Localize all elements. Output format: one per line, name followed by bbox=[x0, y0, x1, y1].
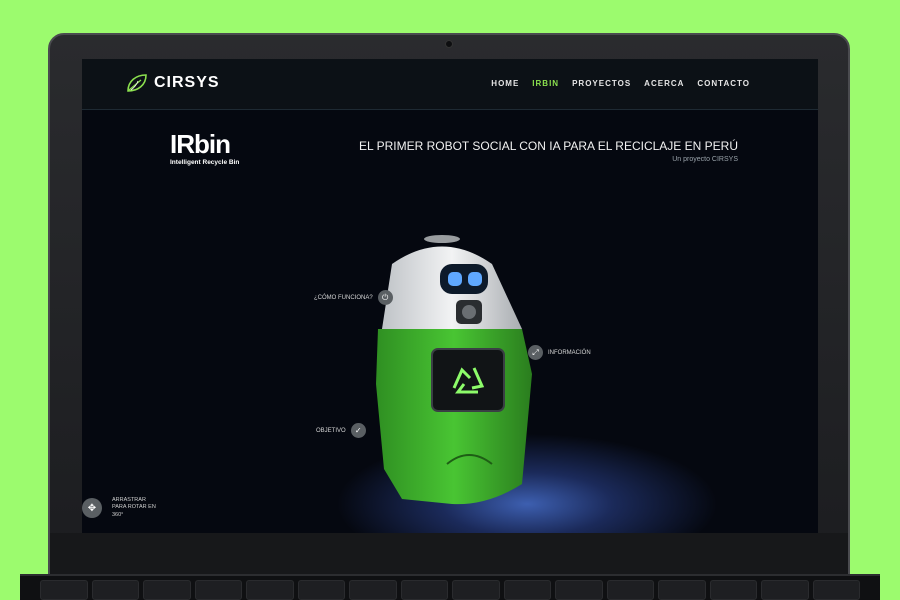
leaf-icon bbox=[127, 74, 147, 92]
hotspot-info-label: INFORMACIÓN bbox=[548, 349, 591, 356]
hotspot-how-label: ¿CÓMO FUNCIONA? bbox=[314, 294, 373, 301]
irbin-brand: IRbin Intelligent Recycle Bin bbox=[170, 131, 239, 166]
nav-proyectos[interactable]: PROYECTOS bbox=[572, 79, 631, 88]
nav-home[interactable]: HOME bbox=[491, 79, 519, 88]
keyboard-keys bbox=[40, 580, 860, 600]
logo-text: CIRSYS bbox=[154, 74, 220, 91]
website-viewport: CIRSYS HOME IRBIN PROYECTOS ACERCA CONTA… bbox=[82, 59, 818, 533]
hero-headline: EL PRIMER ROBOT SOCIAL CON IA PARA EL RE… bbox=[359, 139, 738, 163]
nav-contacto[interactable]: CONTACTO bbox=[697, 79, 750, 88]
drag-rotate-hint: ✥ ARRASTRAR PARA ROTAR EN 360° bbox=[82, 497, 160, 519]
nav-irbin[interactable]: IRBIN bbox=[532, 79, 559, 88]
hotspot-goal-label: OBJETIVO bbox=[316, 427, 346, 434]
brand-tagline: Intelligent Recycle Bin bbox=[170, 159, 240, 166]
move-icon[interactable]: ✥ bbox=[82, 498, 102, 519]
hotspot-how-it-works[interactable]: ¿CÓMO FUNCIONA? ⏻ bbox=[314, 290, 393, 305]
irbin-robot-model[interactable] bbox=[372, 234, 552, 514]
navbar: CIRSYS HOME IRBIN PROYECTOS ACERCA CONTA… bbox=[82, 59, 818, 110]
hotspot-objective[interactable]: OBJETIVO ✓ bbox=[316, 423, 366, 438]
check-icon[interactable]: ✓ bbox=[350, 423, 366, 438]
brand-name: IRbin bbox=[170, 129, 231, 159]
hero-title: EL PRIMER ROBOT SOCIAL CON IA PARA EL RE… bbox=[359, 139, 738, 153]
main-nav: HOME IRBIN PROYECTOS ACERCA CONTACTO bbox=[491, 79, 750, 88]
drag-hint-text: ARRASTRAR PARA ROTAR EN 360° bbox=[112, 497, 156, 518]
power-icon[interactable]: ⏻ bbox=[377, 290, 393, 305]
hotspot-information[interactable]: ⤢ INFORMACIÓN bbox=[528, 345, 591, 360]
hero-subtitle: Un proyecto CIRSYS bbox=[672, 156, 738, 163]
nav-acerca[interactable]: ACERCA bbox=[644, 79, 684, 88]
webcam bbox=[445, 40, 453, 48]
logo[interactable]: CIRSYS bbox=[126, 73, 220, 93]
expand-icon[interactable]: ⤢ bbox=[528, 345, 543, 360]
